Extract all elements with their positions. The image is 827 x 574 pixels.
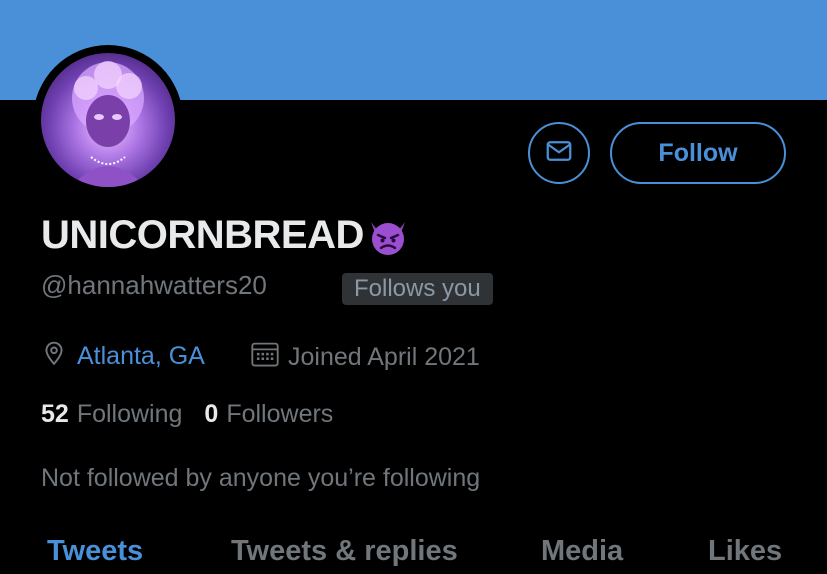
user-handle: @hannahwatters20 <box>41 270 267 300</box>
following-link[interactable]: 52 Following <box>41 400 182 429</box>
followers-count: 0 <box>204 400 219 428</box>
location-link[interactable]: Atlanta, GA <box>77 342 205 371</box>
joined-text: Joined April 2021 <box>288 343 480 371</box>
tab-tweets-replies[interactable]: Tweets & replies <box>231 535 458 568</box>
joined-date: Joined April 2021 <box>250 340 480 375</box>
profile-tabs: Tweets Tweets & replies Media Likes <box>0 535 827 574</box>
tab-tweets[interactable]: Tweets <box>47 535 143 568</box>
envelope-icon <box>544 136 574 171</box>
location: Atlanta, GA <box>41 340 205 373</box>
avatar[interactable] <box>41 53 175 187</box>
followers-link[interactable]: 0 Followers <box>204 400 333 429</box>
follow-counts: 52 Following 0 Followers <box>41 400 333 429</box>
display-name: UNICORNBREAD <box>41 213 364 257</box>
location-pin-icon <box>41 340 67 373</box>
followers-label: Followers <box>226 400 334 428</box>
display-name-row: UNICORNBREAD <box>41 213 410 258</box>
calendar-icon <box>250 340 280 375</box>
follows-you-badge: Follows you <box>342 273 493 305</box>
follow-button[interactable]: Follow <box>610 122 786 184</box>
tab-likes[interactable]: Likes <box>708 535 782 568</box>
angry-devil-emoji-icon <box>366 214 410 258</box>
tab-media[interactable]: Media <box>541 535 623 568</box>
following-label: Following <box>76 400 183 428</box>
following-count: 52 <box>41 400 69 428</box>
mutual-followers-text: Not followed by anyone you’re following <box>41 464 481 492</box>
message-button[interactable] <box>528 122 590 184</box>
